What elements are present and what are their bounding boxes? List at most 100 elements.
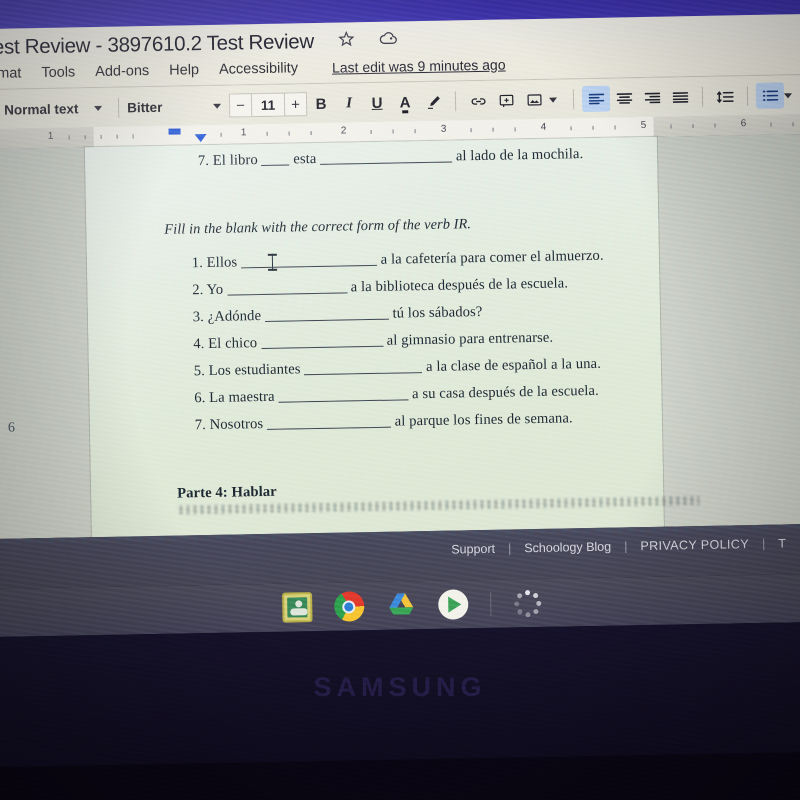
answer-blank[interactable] [241, 264, 378, 269]
menu-item-help[interactable]: Help [169, 62, 199, 79]
increase-font-size-button[interactable]: + [283, 93, 307, 116]
list-item-rest: tú los sábados? [392, 303, 483, 322]
text-color-button[interactable]: A [391, 89, 419, 116]
footer-link-schoology-blog[interactable]: Schoology Blog [524, 540, 611, 556]
document-body[interactable]: 7. El libro esta al lado de la mochila. … [85, 137, 700, 537]
ruler-number-3: 3 [440, 123, 447, 135]
google-classroom-icon[interactable] [281, 592, 313, 623]
left-indent-marker[interactable] [194, 133, 207, 143]
ruler-number-4: 4 [540, 121, 547, 133]
list-item: 1. Ellos a la cafetería para comer el al… [183, 248, 604, 273]
list-item-subject: ¿Adónde [207, 308, 262, 325]
insert-link-icon[interactable] [464, 88, 492, 115]
list-item: 7. Nosotros al parque los fines de seman… [186, 410, 573, 434]
paragraph-style-label: Normal text [3, 100, 79, 118]
footer-link-privacy-policy[interactable]: PRIVACY POLICY [640, 537, 749, 553]
menu-item-add-ons[interactable]: Add-ons [95, 63, 149, 80]
answer-blank[interactable] [267, 426, 392, 430]
google-drive-icon[interactable] [386, 590, 417, 621]
menu-item-format[interactable]: Format [0, 65, 22, 82]
list-item: 6. La maestra a su casa después de la es… [185, 383, 599, 408]
list-item-subject: La maestra [209, 388, 275, 406]
list-item-rest: a la cafetería para comer el almuerzo. [380, 247, 604, 268]
align-center-icon[interactable] [610, 85, 638, 112]
list-number: 7. [197, 152, 210, 170]
answer-blank[interactable] [261, 345, 384, 350]
font-family-dropdown[interactable]: Bitter [127, 98, 229, 115]
list-options-chevron-icon[interactable] [783, 92, 793, 98]
google-docs-chrome: Test Review - 3897610.2 Test Review Form… [0, 13, 800, 149]
answer-blank[interactable] [261, 164, 290, 166]
first-line-indent-marker[interactable] [168, 128, 181, 135]
align-justify-icon[interactable] [666, 84, 694, 111]
ruler-number-5: 5 [640, 119, 647, 132]
list-number: 4. [193, 336, 205, 353]
answer-blank[interactable] [227, 292, 348, 296]
list-item-subject: Ellos [206, 254, 238, 271]
answer-blank[interactable] [320, 161, 453, 165]
font-size-stepper[interactable]: − 11 + [228, 92, 308, 118]
align-right-icon[interactable] [638, 85, 666, 112]
instruction-text: Fill in the blank with the correct form … [164, 216, 472, 238]
list-number: 3. [192, 309, 205, 326]
font-family-label: Bitter [126, 99, 163, 115]
google-play-store-icon[interactable] [437, 589, 469, 620]
line-spacing-icon[interactable] [711, 83, 739, 110]
answer-blank[interactable] [278, 399, 409, 403]
samsung-brand-logo: SAMSUNG [313, 672, 487, 702]
footer-link-support[interactable]: Support [451, 542, 495, 557]
document-page[interactable]: 7. El libro esta al lado de la mochila. … [84, 136, 700, 538]
question-text-b: esta [293, 150, 317, 168]
list-item: 2. Yo a la biblioteca después de la escu… [183, 275, 568, 299]
insert-image-icon[interactable] [520, 87, 548, 114]
italic-button[interactable]: I [335, 90, 363, 117]
list-number: 7. [194, 417, 207, 434]
footer-separator: | [507, 541, 512, 556]
list-item: 4. El chico al gimnasio para entrenarse. [184, 330, 553, 354]
google-chrome-icon[interactable] [333, 591, 365, 622]
screenshot-root: Test Review - 3897610.2 Test Review Form… [0, 0, 800, 800]
bold-button[interactable]: B [307, 91, 335, 118]
image-options-chevron-icon[interactable] [548, 97, 558, 103]
toolbar-separator [117, 97, 120, 118]
toolbar-separator [454, 91, 457, 112]
list-number: 1. [191, 255, 204, 272]
underline-button[interactable]: U [363, 90, 391, 117]
ruler-number-2: 2 [340, 125, 347, 137]
decrease-font-size-button[interactable]: − [229, 94, 253, 117]
underline-label: U [371, 94, 383, 112]
list-item: 3. ¿Adónde tú los sábados? [184, 304, 483, 326]
highlight-pen-icon[interactable] [419, 89, 447, 116]
add-comment-icon[interactable] [492, 87, 520, 114]
list-number: 6. [194, 390, 206, 407]
menu-item-tools[interactable]: Tools [41, 64, 75, 81]
footer-separator: | [624, 539, 628, 554]
question-text-c: al lado de la mochila. [455, 146, 584, 165]
star-icon[interactable] [338, 30, 355, 52]
list-item-rest: a la clase de español a la una. [425, 355, 602, 375]
margin-number: 6 [7, 420, 16, 436]
list-item-rest: a su casa después de la escuela. [411, 382, 599, 403]
footer-separator: | [761, 536, 766, 551]
toolbar-separator [701, 86, 704, 107]
answer-blank[interactable] [264, 318, 389, 322]
ruler-number-6: 6 [740, 118, 747, 130]
paragraph-style-dropdown[interactable]: Normal text [0, 100, 110, 117]
italic-label: I [345, 94, 353, 111]
loading-spinner-icon[interactable] [512, 588, 543, 619]
chevron-down-icon [94, 105, 103, 111]
menu-item-accessibility[interactable]: Accessibility [219, 60, 298, 77]
ruler-number-1: 1 [240, 127, 247, 139]
answer-blank[interactable] [304, 372, 423, 376]
numbered-list-icon[interactable] [755, 82, 785, 109]
toolbar-separator [572, 89, 575, 110]
align-left-icon[interactable] [581, 85, 611, 113]
section-heading: Parte 4: Hablar [177, 483, 277, 502]
toolbar-separator [746, 86, 749, 107]
cloud-saved-icon[interactable] [379, 29, 398, 51]
footer-link-terms[interactable]: T [778, 536, 786, 550]
font-size-value[interactable]: 11 [252, 94, 284, 117]
last-edit-status[interactable]: Last edit was 9 minutes ago [332, 56, 506, 75]
list-item-subject: Yo [206, 281, 224, 299]
document-canvas: 6 7. El libro esta al lado de la mochila… [0, 133, 800, 539]
